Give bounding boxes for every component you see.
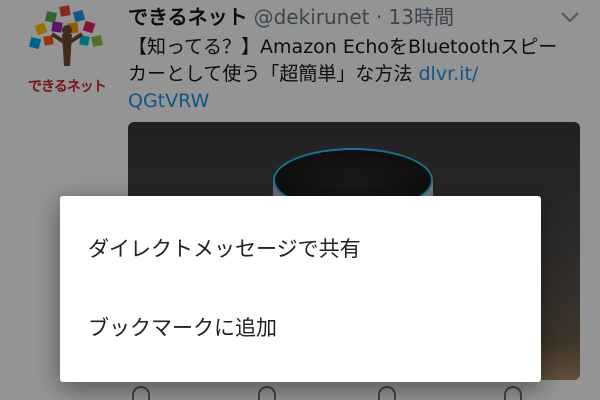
- share-menu-dialog: ダイレクトメッセージで共有 ブックマークに追加: [60, 196, 541, 382]
- add-to-bookmarks-item[interactable]: ブックマークに追加: [60, 297, 541, 359]
- share-via-direct-message-item[interactable]: ダイレクトメッセージで共有: [60, 218, 541, 280]
- screen: できるネット できるネット @dekirunet · 13時間 【知ってる？】Am…: [0, 0, 600, 400]
